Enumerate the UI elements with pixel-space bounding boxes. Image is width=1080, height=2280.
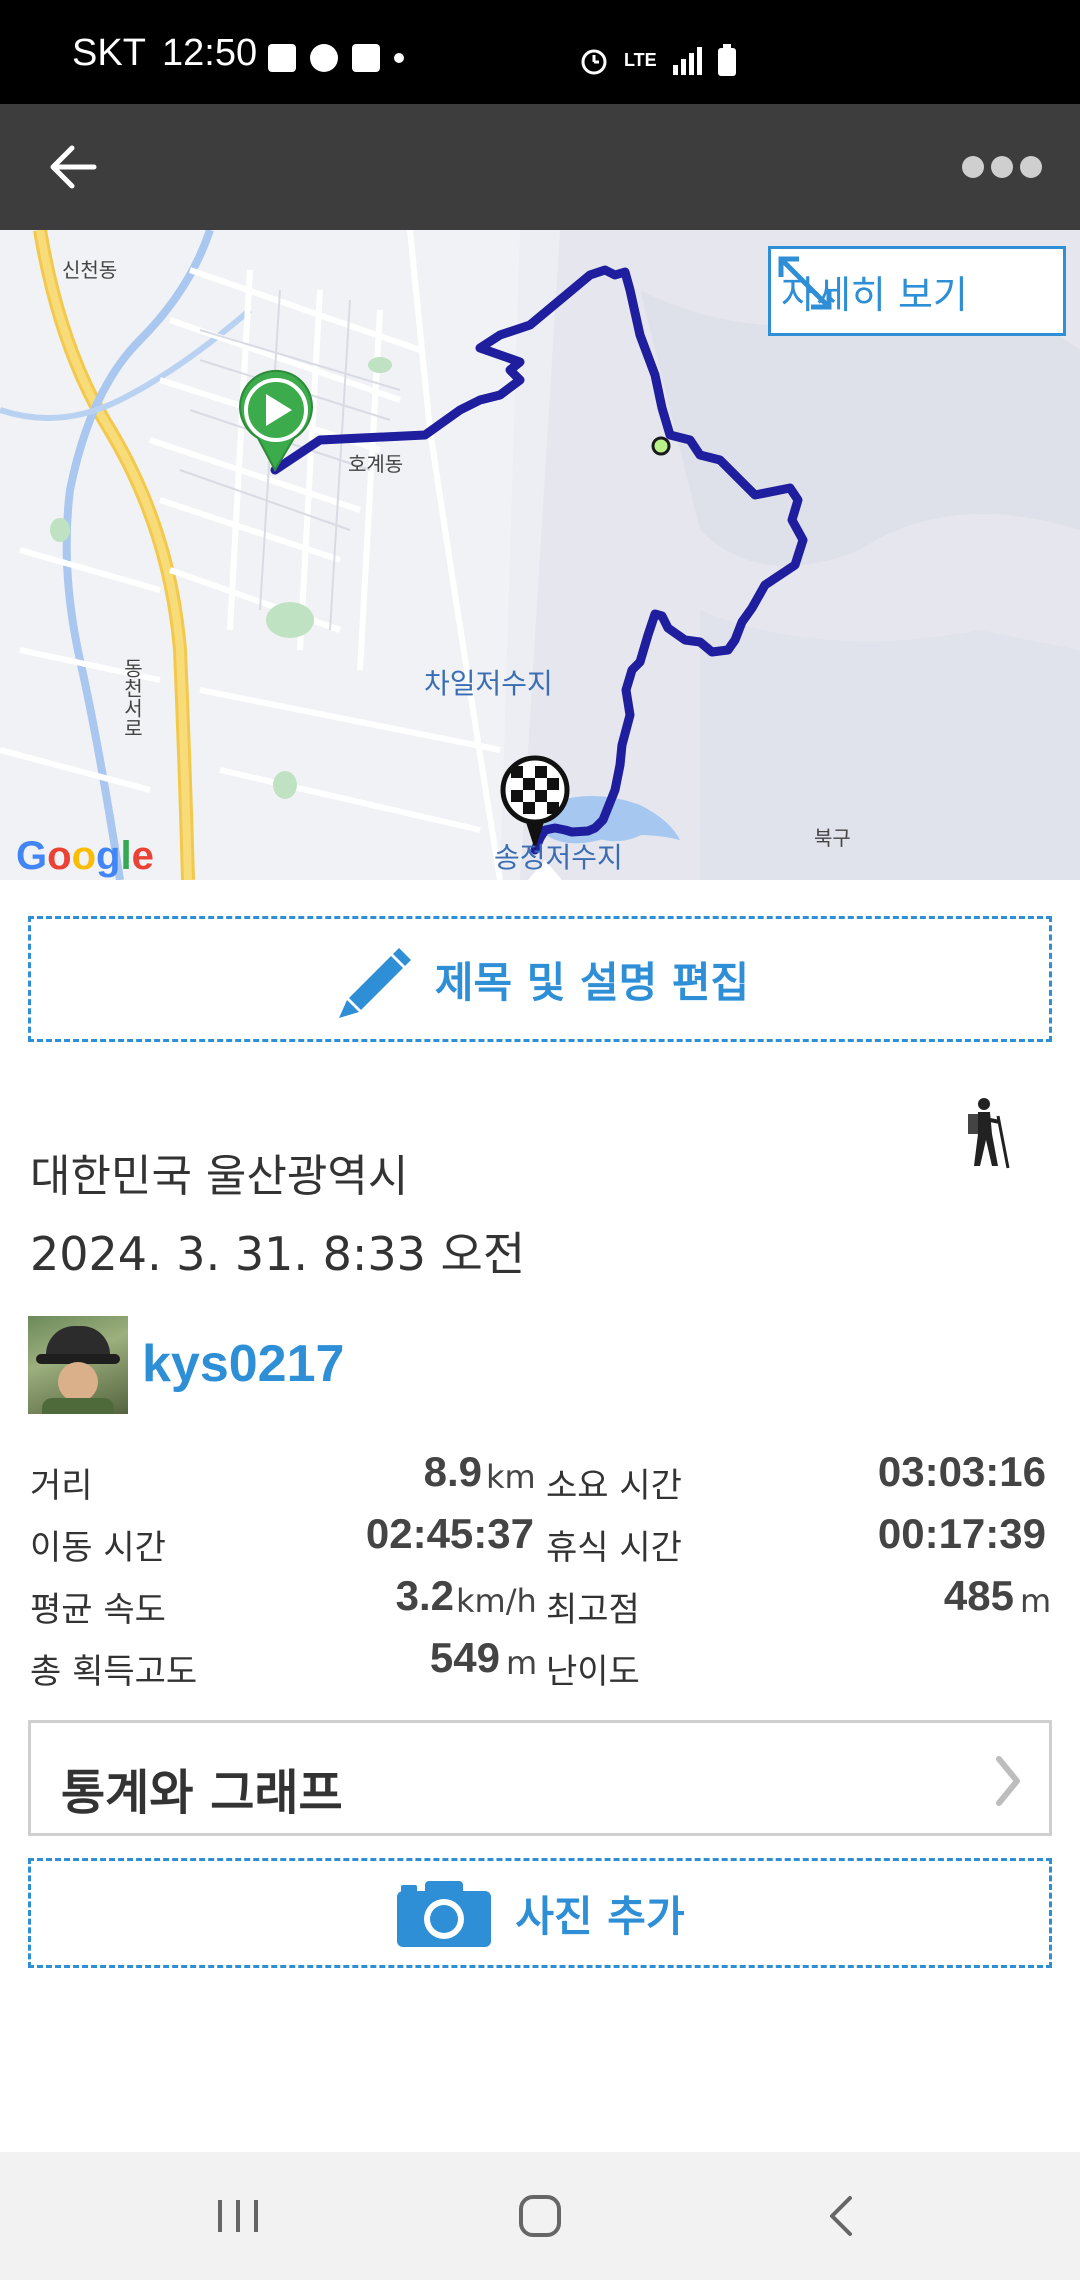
app-icon — [310, 44, 338, 72]
distance-unit: km — [486, 1458, 536, 1496]
app-bar — [0, 104, 1080, 230]
map-label-bukgu: 북구 — [814, 826, 851, 850]
signal-icon — [672, 47, 702, 75]
edit-title-description-button[interactable]: 제목 및 설명 편집 — [28, 916, 1052, 1042]
map-label-road: 동천서로 — [120, 658, 144, 738]
view-details-button[interactable]: 자세히 보기 — [768, 246, 1066, 336]
chevron-right-icon — [996, 1756, 1020, 1806]
total-time-label: 소요 시간 — [546, 1466, 682, 1506]
rest-time-value: 00:17:39 — [877, 1510, 1046, 1557]
alarm-icon — [581, 49, 607, 75]
map-label-chail-reservoir: 차일저수지 — [424, 667, 553, 700]
max-altitude-label: 최고점 — [546, 1590, 640, 1630]
notification-icons — [268, 44, 404, 72]
add-photo-label: 사진 추가 — [515, 1891, 685, 1941]
google-logo: Google — [16, 834, 154, 878]
distance-value: 8.9 — [423, 1448, 482, 1495]
expand-icon — [778, 256, 832, 310]
difficulty-label: 난이도 — [546, 1652, 640, 1692]
more-dot-icon — [962, 156, 984, 178]
map-label-songjeong-reservoir: 송정저수지 — [494, 841, 623, 874]
user-avatar[interactable] — [28, 1316, 128, 1414]
track-stats: 거리 8.9 km 소요 시간 03:03:16 이동 시간 02:45:37 … — [0, 1448, 1080, 1696]
system-icons: LTE — [578, 44, 737, 76]
stat-row: 평균 속도 3.2 km/h 최고점 485 m — [0, 1572, 1080, 1634]
max-altitude-value: 485 — [943, 1572, 1014, 1619]
max-altitude-unit: m — [1020, 1582, 1052, 1620]
moving-time-label: 이동 시간 — [30, 1528, 166, 1568]
status-bar: SKT 12:50 LTE — [0, 0, 1080, 104]
stat-row: 이동 시간 02:45:37 휴식 시간 00:17:39 — [0, 1510, 1080, 1572]
track-location: 대한민국 울산광역시 — [30, 1151, 409, 1202]
distance-label: 거리 — [30, 1466, 93, 1506]
total-ascent-unit: m — [506, 1644, 538, 1682]
more-notifications-dot — [394, 53, 404, 63]
avg-speed-unit: km/h — [456, 1582, 537, 1620]
r-app-icon — [352, 44, 380, 72]
route-map[interactable]: 신천동 호계동 차일저수지 송정저수지 동천서로 북구 Google 자세히 보… — [0, 230, 1080, 880]
camera-icon — [397, 1881, 492, 1947]
status-time: 12:50 — [162, 32, 258, 74]
rest-time-label: 휴식 시간 — [546, 1528, 682, 1568]
back-nav-icon[interactable] — [802, 2186, 882, 2246]
track-datetime: 2024. 3. 31. 8:33 오전 — [30, 1227, 526, 1281]
system-nav-bar — [0, 2152, 1080, 2280]
more-options-button[interactable] — [962, 144, 1042, 190]
total-ascent-label: 총 획득고도 — [30, 1652, 198, 1692]
home-icon[interactable] — [500, 2186, 580, 2246]
more-dot-icon — [1020, 156, 1042, 178]
map-label-hogye: 호계동 — [348, 452, 404, 476]
username-link[interactable]: kys0217 — [142, 1334, 344, 1394]
map-label-sincheon: 신천동 — [62, 258, 118, 282]
network-type: LTE — [624, 49, 657, 70]
total-ascent-value: 549 — [429, 1634, 500, 1681]
carrier-name: SKT — [72, 32, 146, 74]
stats-and-graphs-label: 통계와 그래프 — [61, 1765, 343, 1821]
stat-row: 거리 8.9 km 소요 시간 03:03:16 — [0, 1448, 1080, 1510]
gallery-icon — [268, 44, 296, 72]
stat-row: 총 획득고도 549 m 난이도 — [0, 1634, 1080, 1696]
more-dot-icon — [991, 156, 1013, 178]
back-button[interactable] — [40, 134, 106, 200]
battery-icon — [717, 44, 736, 76]
avg-speed-value: 3.2 — [395, 1572, 454, 1619]
total-time-value: 03:03:16 — [877, 1448, 1046, 1495]
edit-title-label: 제목 및 설명 편집 — [434, 957, 750, 1007]
pencil-icon — [338, 948, 411, 1018]
moving-time-value: 02:45:37 — [365, 1510, 534, 1557]
avg-speed-label: 평균 속도 — [30, 1590, 166, 1630]
stats-and-graphs-button[interactable]: 통계와 그래프 — [28, 1720, 1052, 1836]
add-photo-button[interactable]: 사진 추가 — [28, 1858, 1052, 1968]
hiking-activity-icon[interactable] — [958, 1096, 1014, 1170]
recent-apps-icon[interactable] — [198, 2186, 278, 2246]
arrow-left-icon — [50, 145, 97, 189]
